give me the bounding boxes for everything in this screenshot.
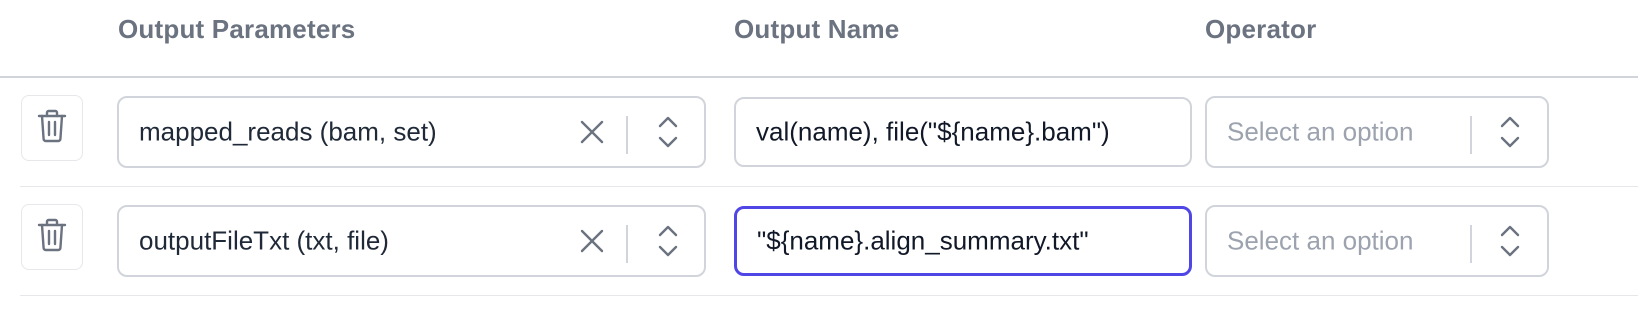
output-parameter-value: outputFileTxt (txt, file) <box>139 225 389 256</box>
select-divider <box>626 225 628 263</box>
operator-placeholder: Select an option <box>1227 116 1414 147</box>
table-header: Output Parameters Output Name Operator <box>0 0 1638 78</box>
operator-placeholder: Select an option <box>1227 225 1414 256</box>
trash-icon <box>37 109 67 148</box>
row-divider <box>20 295 1638 296</box>
operator-select[interactable]: Select an option <box>1205 205 1549 277</box>
chevron-up-down-icon[interactable] <box>1496 112 1524 152</box>
output-name-value: val(name), file("${name}.bam") <box>756 116 1110 147</box>
close-icon[interactable] <box>577 226 607 256</box>
output-name-input[interactable]: "${name}.align_summary.txt" <box>734 206 1192 276</box>
close-icon[interactable] <box>577 117 607 147</box>
trash-icon <box>37 218 67 257</box>
chevron-up-down-icon[interactable] <box>654 112 682 152</box>
operator-select[interactable]: Select an option <box>1205 96 1549 168</box>
output-parameter-select[interactable]: mapped_reads (bam, set) <box>117 96 706 168</box>
delete-row-button[interactable] <box>21 204 83 270</box>
output-parameters-table: Output Parameters Output Name Operator m… <box>0 0 1638 324</box>
output-name-input[interactable]: val(name), file("${name}.bam") <box>734 97 1192 167</box>
output-parameter-select[interactable]: outputFileTxt (txt, file) <box>117 205 706 277</box>
header-output-name: Output Name <box>734 14 900 44</box>
select-divider <box>626 116 628 154</box>
row-divider <box>20 186 1638 187</box>
output-parameter-value: mapped_reads (bam, set) <box>139 116 437 147</box>
chevron-up-down-icon[interactable] <box>1496 221 1524 261</box>
select-divider <box>1470 116 1472 154</box>
select-divider <box>1470 225 1472 263</box>
header-operator: Operator <box>1205 14 1317 44</box>
delete-row-button[interactable] <box>21 95 83 161</box>
output-name-value: "${name}.align_summary.txt" <box>757 225 1089 256</box>
header-output-parameters: Output Parameters <box>118 14 356 44</box>
chevron-up-down-icon[interactable] <box>654 221 682 261</box>
